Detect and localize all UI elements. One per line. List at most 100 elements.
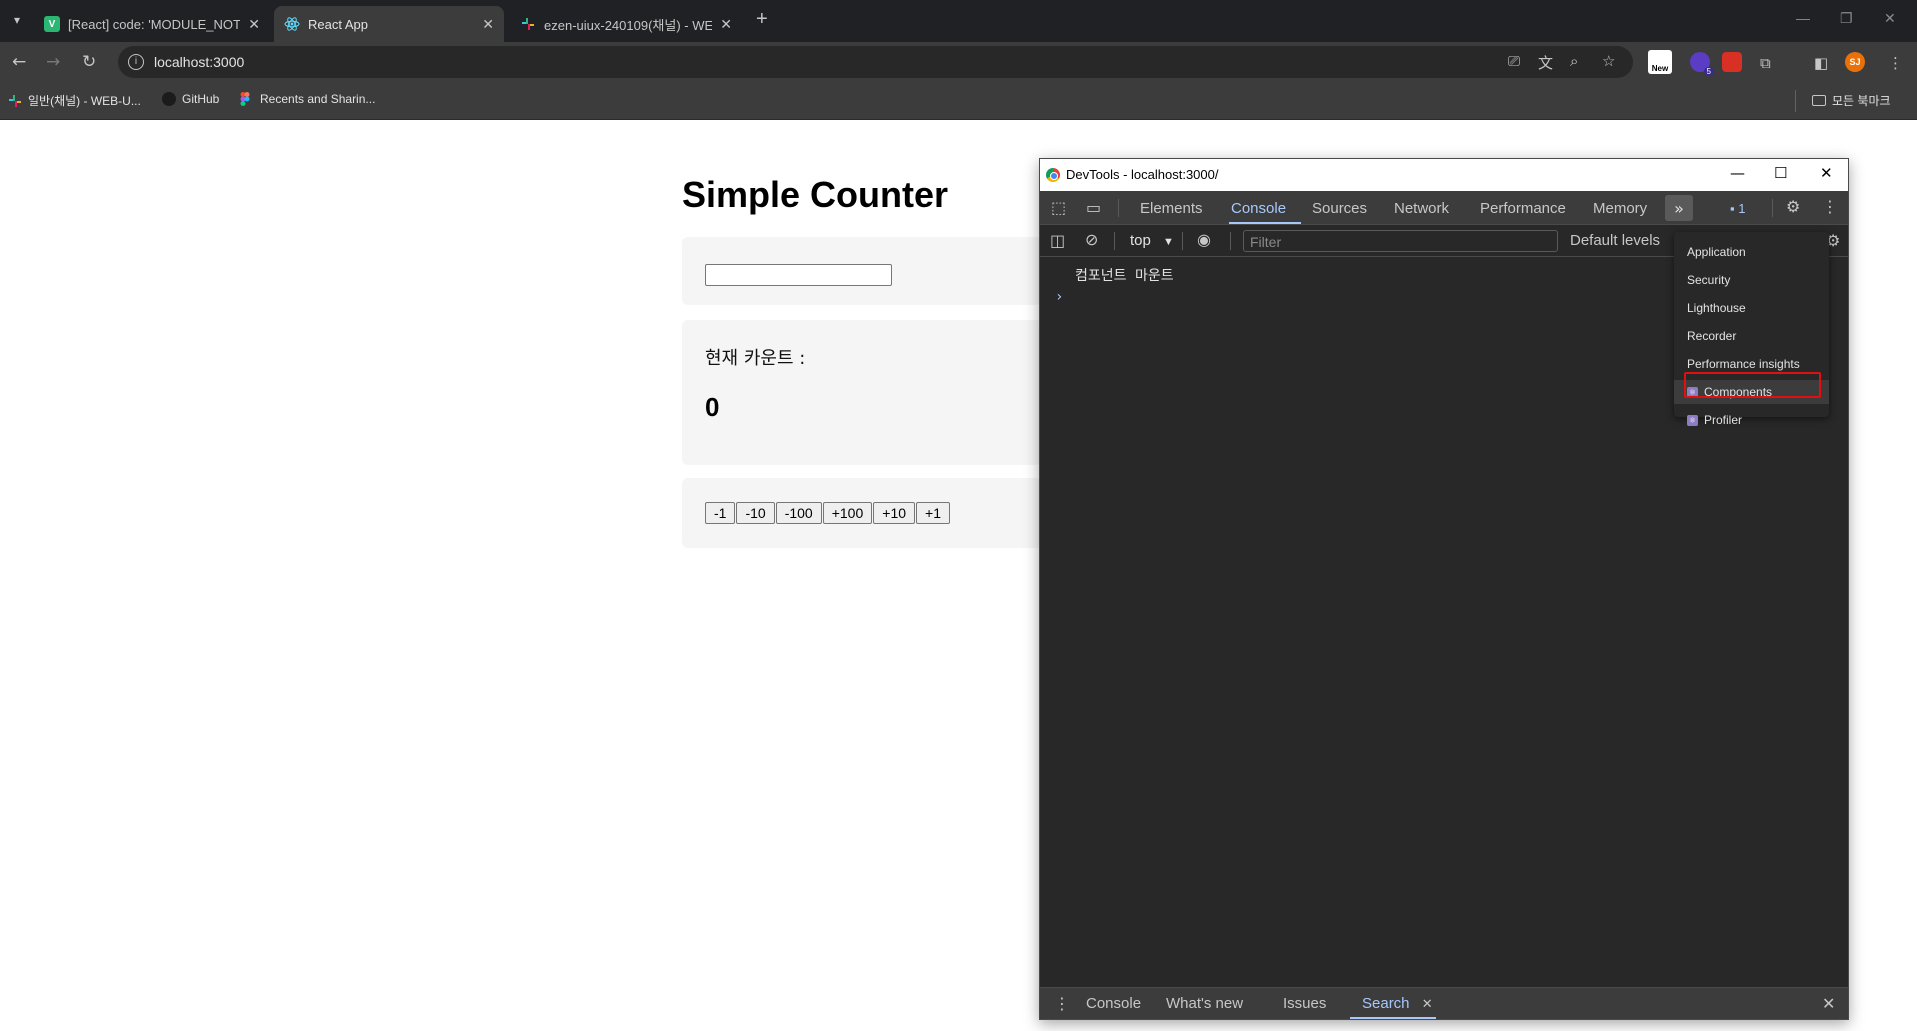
tab-sources[interactable]: Sources (1312, 200, 1367, 217)
count-card: 현재 카운트 : 0 (682, 320, 1042, 465)
close-tab-icon[interactable]: ✕ (482, 16, 494, 33)
drawer-tab-issues[interactable]: Issues (1283, 995, 1326, 1012)
extension-badge-icon[interactable]: 5 (1690, 52, 1714, 76)
menu-item-label: Application (1687, 245, 1746, 259)
bookmark-slack-channel[interactable]: 일반(채널) - WEB-U... (8, 92, 141, 109)
side-panel-icon[interactable]: ◧ (1814, 54, 1828, 72)
tab-title: React App (308, 16, 368, 32)
extension-red-icon[interactable] (1722, 52, 1742, 72)
console-filter-input[interactable]: Filter (1243, 230, 1558, 252)
install-app-icon[interactable]: ⎚ (1508, 52, 1520, 70)
increment-10-button[interactable]: +10 (873, 502, 916, 524)
browser-tab-react-app[interactable]: React App ✕ (274, 6, 504, 42)
tab-search-icon[interactable]: ▾ (6, 9, 28, 31)
console-log-message: 컴포넌트 마운트 (1075, 268, 1174, 284)
browser-tab-react-error[interactable]: V [React] code: 'MODULE_NOT_F ✕ (34, 6, 270, 42)
console-prompt-chevron-icon[interactable]: › (1055, 289, 1063, 305)
bookmark-label: GitHub (182, 92, 220, 106)
forward-icon[interactable]: → (46, 52, 60, 72)
menu-item-application[interactable]: Application (1674, 240, 1829, 264)
tab-memory[interactable]: Memory (1593, 200, 1647, 217)
back-icon[interactable]: ← (12, 52, 26, 72)
all-bookmarks-label: 모든 북마크 (1832, 94, 1891, 108)
console-sidebar-icon[interactable]: ◫ (1050, 231, 1065, 250)
profile-avatar[interactable]: SJ (1845, 52, 1865, 72)
bookmark-figma[interactable]: Recents and Sharin... (240, 92, 375, 106)
extensions-puzzle-icon[interactable]: ⧉ (1760, 54, 1771, 72)
separator (1772, 199, 1773, 217)
chrome-logo-icon (1046, 168, 1060, 182)
settings-gear-icon[interactable]: ⚙ (1786, 197, 1800, 216)
zoom-icon[interactable]: ⌕ (1570, 52, 1578, 70)
separator (1230, 232, 1231, 250)
decrement-100-button[interactable]: -100 (775, 502, 822, 524)
tab-performance[interactable]: Performance (1480, 200, 1566, 217)
new-tab-button[interactable]: + (756, 8, 768, 31)
address-bar[interactable]: i localhost:3000 ⎚ 文 ⌕ ☆ (118, 46, 1633, 78)
device-toolbar-icon[interactable]: ▭ (1086, 198, 1101, 217)
devtools-window-title: DevTools - localhost:3000/ (1066, 167, 1219, 182)
menu-item-lighthouse[interactable]: Lighthouse (1674, 296, 1829, 320)
increment-1-button[interactable]: +1 (916, 502, 950, 524)
menu-item-security[interactable]: Security (1674, 268, 1829, 292)
browser-tab-slack[interactable]: ezen-uiux-240109(채널) - WEB ✕ (510, 6, 742, 42)
devtools-menu-icon[interactable]: ⋮ (1822, 197, 1838, 216)
chrome-menu-icon[interactable]: ⋮ (1888, 54, 1903, 72)
inspect-element-icon[interactable]: ⬚ (1051, 198, 1066, 217)
counter-input[interactable] (705, 264, 892, 286)
close-drawer-icon[interactable]: ✕ (1822, 994, 1835, 1013)
restore-window-icon[interactable]: ❐ (1840, 10, 1853, 27)
react-favicon-icon (284, 16, 300, 32)
context-selector[interactable]: top ▼ (1130, 232, 1174, 249)
reload-icon[interactable]: ↻ (82, 52, 96, 72)
bookmarks-bar: 일반(채널) - WEB-U... GitHub Recents and Sha… (0, 82, 1917, 120)
figma-icon (240, 92, 254, 106)
menu-item-recorder[interactable]: Recorder (1674, 324, 1829, 348)
menu-item-profiler[interactable]: ⚛ Profiler (1674, 408, 1829, 432)
site-info-icon[interactable]: i (128, 54, 144, 70)
live-expression-eye-icon[interactable]: ◉ (1197, 230, 1211, 249)
extension-new-icon[interactable]: New (1648, 50, 1672, 74)
close-tab-icon[interactable]: ✕ (720, 16, 732, 33)
tab-elements[interactable]: Elements (1140, 200, 1203, 217)
devtools-tab-bar: ⬚ ▭ Elements Console Sources Network Per… (1040, 191, 1848, 225)
log-levels-dropdown[interactable]: Default levels (1570, 232, 1660, 249)
tab-network[interactable]: Network (1394, 200, 1449, 217)
all-bookmarks-button[interactable]: 모든 북마크 (1812, 92, 1891, 109)
menu-item-label: Performance insights (1687, 357, 1800, 371)
highlight-annotation-box (1684, 372, 1821, 398)
devtools-close-icon[interactable]: ✕ (1820, 164, 1833, 182)
tab-console[interactable]: Console (1231, 200, 1286, 217)
separator (1114, 232, 1115, 250)
drawer-tab-console[interactable]: Console (1086, 995, 1141, 1012)
close-tab-icon[interactable]: ✕ (248, 16, 260, 33)
bookmark-star-icon[interactable]: ☆ (1602, 52, 1615, 70)
more-tabs-chevron-icon[interactable]: » (1665, 195, 1693, 221)
drawer-tab-label: Search (1362, 995, 1410, 1012)
separator (1118, 199, 1119, 217)
drawer-tab-whats-new[interactable]: What's new (1166, 995, 1243, 1012)
devtools-maximize-icon[interactable]: ☐ (1774, 164, 1787, 182)
decrement-10-button[interactable]: -10 (736, 502, 775, 524)
minimize-window-icon[interactable]: — (1796, 10, 1810, 26)
context-label: top (1130, 232, 1151, 249)
increment-100-button[interactable]: +100 (822, 502, 873, 524)
close-search-icon[interactable]: ✕ (1422, 996, 1433, 1011)
devtools-drawer: ⋮ Console What's new Issues Search ✕ ✕ (1040, 987, 1848, 1019)
folder-icon (1812, 95, 1826, 106)
extension-badge-count: 5 (1703, 67, 1714, 76)
clear-console-icon[interactable]: ⊘ (1085, 230, 1098, 249)
devtools-minimize-icon[interactable]: — (1730, 164, 1745, 182)
menu-item-label: Security (1687, 273, 1731, 287)
translate-icon[interactable]: 文 (1538, 52, 1553, 73)
decrement-1-button[interactable]: -1 (705, 502, 736, 524)
bookmark-github[interactable]: GitHub (162, 92, 219, 106)
drawer-menu-icon[interactable]: ⋮ (1054, 994, 1070, 1013)
drawer-tab-search[interactable]: Search ✕ (1362, 995, 1433, 1012)
message-icon: ▪ (1730, 201, 1735, 216)
close-window-icon[interactable]: ✕ (1884, 10, 1896, 27)
tab-title: [React] code: 'MODULE_NOT_F (68, 16, 241, 32)
active-tab-indicator (1229, 222, 1301, 224)
react-devtools-icon: ⚛ (1687, 414, 1698, 426)
issues-counter[interactable]: ▪ 1 (1730, 201, 1745, 216)
